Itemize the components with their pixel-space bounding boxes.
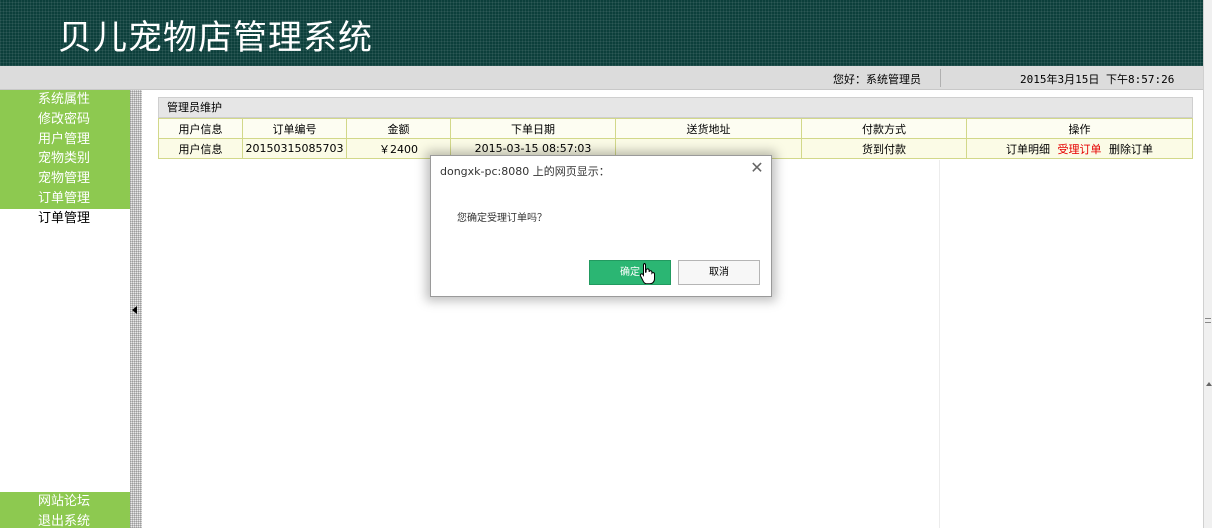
column-header: 金额 [346, 118, 451, 139]
table-header-row: 用户信息 订单编号 金额 下单日期 送货地址 付款方式 操作 [158, 118, 1193, 139]
sidebar-item-system-properties[interactable]: 系统属性 [0, 90, 130, 110]
delete-order-link[interactable]: 删除订单 [1109, 143, 1153, 156]
column-header: 付款方式 [801, 118, 967, 139]
column-header: 用户信息 [158, 118, 243, 139]
column-header: 下单日期 [450, 118, 616, 139]
sidebar-item-forum[interactable]: 网站论坛 [0, 492, 130, 512]
hand-pointer-icon [639, 263, 655, 284]
cancel-button[interactable]: 取消 [678, 260, 760, 285]
scrollbar-mark [1205, 318, 1211, 319]
user-greeting: 您好：系统管理员 [833, 73, 921, 86]
column-guide-line [939, 160, 940, 528]
payment-cell: 货到付款 [801, 138, 967, 159]
sidebar-menu: 系统属性 修改密码 用户管理 宠物类别 宠物管理 订单管理 订单管理 [0, 90, 130, 229]
dialog-title: dongxk-pc:8080 上的网页显示： [440, 165, 610, 178]
panel-title: 管理员维护 [158, 97, 1193, 118]
scroll-up-icon[interactable] [1206, 382, 1212, 386]
sidebar-item-change-password[interactable]: 修改密码 [0, 109, 130, 130]
sidebar-item-order-management[interactable]: 订单管理 [0, 188, 130, 209]
collapse-left-icon[interactable] [132, 306, 137, 314]
order-number-cell: 20150315085703 [242, 138, 347, 159]
window-right-scrollbar[interactable] [1203, 0, 1212, 528]
sidebar-bottom-menu: 网站论坛 退出系统 [0, 492, 130, 528]
app-window: 贝儿宠物店管理系统 您好：系统管理员 2015年3月15日 下午8:57:26 … [0, 0, 1212, 528]
sidebar-item-logout[interactable]: 退出系统 [0, 511, 130, 528]
operations-cell: 订单明细 受理订单 删除订单 [966, 138, 1193, 159]
scrollbar-mark [1205, 322, 1211, 323]
column-header: 操作 [966, 118, 1193, 139]
status-bar: 您好：系统管理员 2015年3月15日 下午8:57:26 [0, 66, 1203, 90]
app-title: 贝儿宠物店管理系统 [58, 18, 373, 58]
status-separator [940, 69, 941, 87]
sidebar-item-order-management-active[interactable]: 订单管理 [0, 208, 130, 229]
close-icon[interactable]: ✕ [750, 160, 764, 176]
sidebar-item-user-management[interactable]: 用户管理 [0, 129, 130, 150]
sidebar-item-pet-management[interactable]: 宠物管理 [0, 169, 130, 189]
column-header: 订单编号 [242, 118, 347, 139]
sidebar-item-pet-category[interactable]: 宠物类别 [0, 149, 130, 170]
sidebar: 系统属性 修改密码 用户管理 宠物类别 宠物管理 订单管理 订单管理 网站论坛 … [0, 90, 130, 528]
user-info-link[interactable]: 用户信息 [158, 138, 243, 159]
confirm-button[interactable]: 确定 [589, 260, 671, 285]
column-header: 送货地址 [615, 118, 802, 139]
dialog-message: 您确定受理订单吗？ [457, 213, 547, 224]
confirm-dialog: dongxk-pc:8080 上的网页显示： ✕ 您确定受理订单吗？ 确定 取消 [430, 155, 772, 297]
order-detail-link[interactable]: 订单明细 [1006, 143, 1050, 156]
accept-order-link[interactable]: 受理订单 [1058, 143, 1102, 156]
current-datetime: 2015年3月15日 下午8:57:26 [1020, 73, 1175, 86]
header-banner: 贝儿宠物店管理系统 [0, 0, 1203, 66]
orders-table: 用户信息 订单编号 金额 下单日期 送货地址 付款方式 操作 用户信息 2015… [158, 118, 1193, 159]
